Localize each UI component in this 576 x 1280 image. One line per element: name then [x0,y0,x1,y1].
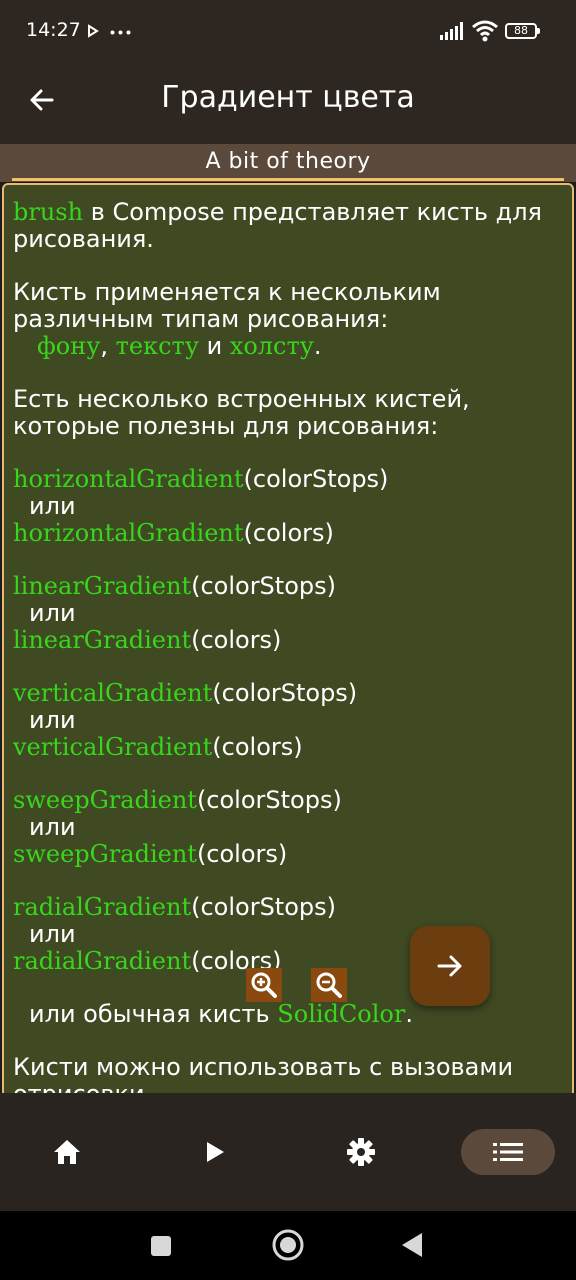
list-icon [493,1143,523,1161]
recents-icon[interactable] [150,1235,172,1257]
gradient-vertical-colors: verticalGradient(colors) [13,733,303,761]
paragraph-solid-color: или обычная кисть SolidColor. [29,1000,413,1028]
gradient-vertical-stops: verticalGradient(colorStops) [13,679,358,707]
or-label: или [29,599,76,627]
gradient-linear-stops: linearGradient(colorStops) [13,572,336,600]
paragraph-brush: brush в Compose представляет кисть для р… [13,198,542,253]
theory-card[interactable]: brush в Compose представляет кисть для р… [2,183,574,1143]
gradient-horizontal-stops: horizontalGradient(colorStops) [13,465,389,493]
section-title: A bit of theory [205,149,371,174]
signal-icon [440,22,463,40]
section-header: A bit of theory [0,144,576,182]
gradient-sweep-stops: sweepGradient(colorStops) [13,786,342,814]
section-underline [12,178,564,181]
system-home-icon[interactable] [271,1228,305,1262]
wifi-icon [472,20,498,42]
home-icon [54,1140,80,1164]
play-icon [207,1142,224,1162]
or-label: или [29,813,76,841]
page-title: Градиент цвета [161,80,415,115]
gradient-horizontal-colors: horizontalGradient(colors) [13,519,334,547]
or-label: или [29,492,76,520]
zoom-in-button[interactable] [246,968,282,1002]
or-label: или [29,706,76,734]
status-time: 14:27 [26,19,81,41]
gear-icon [347,1138,375,1166]
gradient-linear-colors: linearGradient(colors) [13,626,282,654]
paragraph-builtin: Есть несколько встроенных кистей, которы… [13,385,470,440]
nav-home-button[interactable] [38,1129,96,1175]
paragraph-usage-targets: фону, тексту и холсту. [37,332,322,360]
status-bar: 14:27 88 [0,0,576,64]
paragraph-usage: Кисть применяется к нескольким различным… [13,278,441,333]
system-navigation-bar [0,1211,576,1280]
battery-indicator: 88 [505,23,540,39]
bottom-navigation [0,1093,576,1211]
zoom-out-button[interactable] [311,968,347,1002]
nav-play-button[interactable] [186,1129,244,1175]
gradient-sweep-colors: sweepGradient(colors) [13,840,288,868]
keyword-brush: brush [13,198,84,226]
more-dots-icon [110,30,131,35]
next-button[interactable] [410,926,490,1006]
nav-settings-button[interactable] [332,1129,390,1175]
gradient-radial-stops: radialGradient(colorStops) [13,893,336,921]
zoom-out-icon [316,972,342,998]
arrow-right-icon [437,955,462,977]
system-back-icon[interactable] [400,1232,424,1258]
play-small-icon [88,24,99,38]
zoom-in-icon [251,972,277,998]
nav-list-button[interactable] [461,1129,555,1175]
top-app-bar: Градиент цвета [0,64,576,144]
